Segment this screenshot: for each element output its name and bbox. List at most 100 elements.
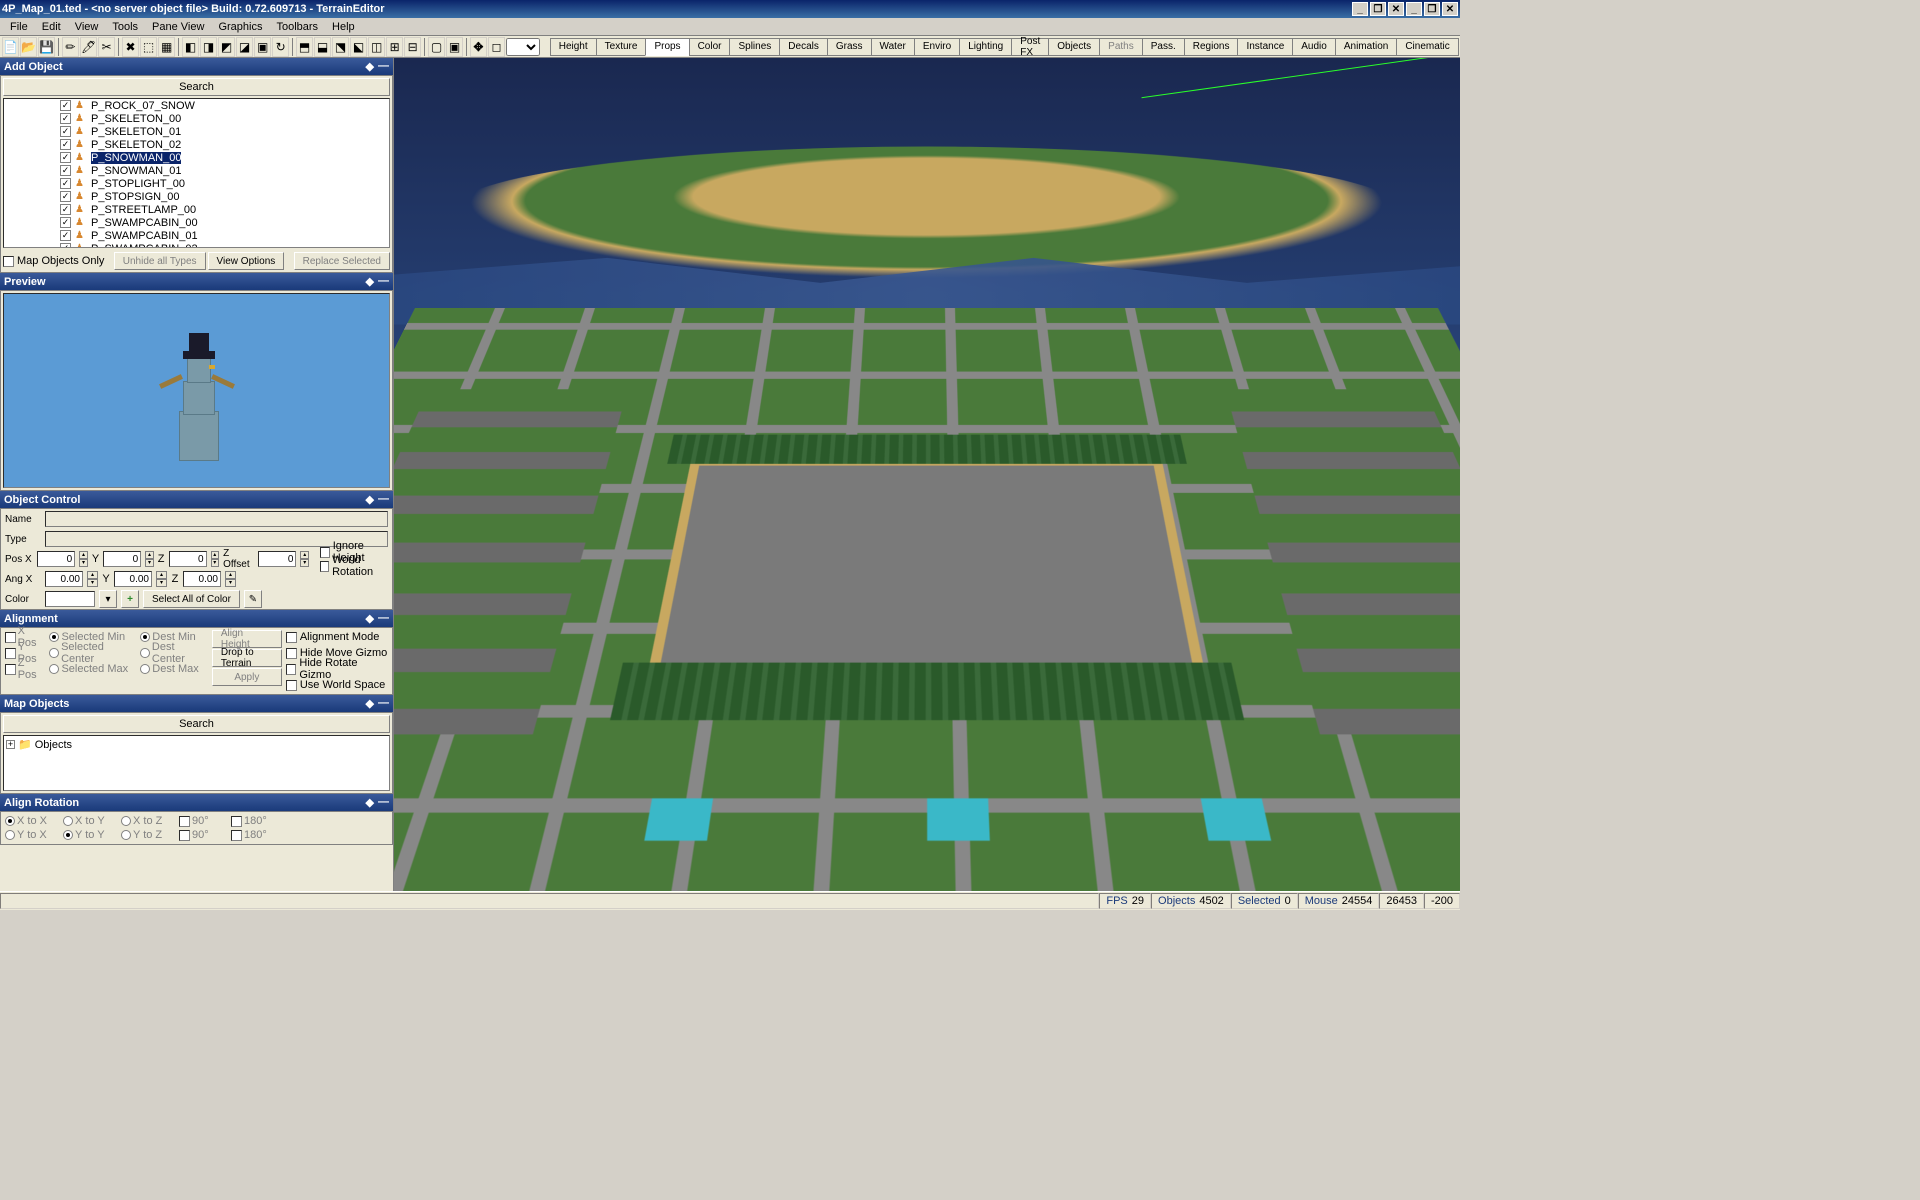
preview-viewport[interactable] — [3, 293, 390, 488]
tab-enviro[interactable]: Enviro — [914, 38, 960, 56]
tb-icon-f[interactable]: ↻ — [272, 37, 289, 57]
tb-icon-d[interactable]: ◪ — [236, 37, 253, 57]
tb-icon-c[interactable]: ◩ — [218, 37, 235, 57]
checkbox-icon[interactable]: ✓ — [60, 230, 71, 241]
grid-icon[interactable]: ▦ — [158, 37, 175, 57]
add-color-button[interactable]: + — [121, 590, 139, 608]
angx-input[interactable] — [45, 571, 83, 587]
tree-item[interactable]: ✓♟P_ROCK_07_SNOW — [4, 99, 389, 112]
tree-item[interactable]: ✓♟P_STOPLIGHT_00 — [4, 177, 389, 190]
new-icon[interactable]: 📄 — [2, 37, 19, 57]
posy-input[interactable] — [103, 551, 141, 567]
tb-icon-m[interactable]: ⊟ — [404, 37, 421, 57]
align-height-button[interactable]: Align Height — [212, 630, 282, 648]
align-rot-option[interactable]: 180° — [231, 828, 275, 842]
tree-item[interactable]: ✓♟P_SKELETON_01 — [4, 125, 389, 138]
align-rot-option[interactable]: Y to Y — [63, 828, 113, 842]
panel-opts-icon[interactable]: ◆ — [366, 796, 374, 809]
panel-collapse-icon[interactable]: — — [378, 612, 389, 625]
tree-item[interactable]: ✓♟P_SKELETON_00 — [4, 112, 389, 125]
restore-button-2[interactable]: ❐ — [1424, 2, 1440, 16]
apply-button[interactable]: Apply — [212, 668, 282, 686]
tb-icon-g[interactable]: ⬒ — [296, 37, 313, 57]
checkbox-icon[interactable]: ✓ — [60, 217, 71, 228]
tool5-icon[interactable]: ⬚ — [140, 37, 157, 57]
panel-collapse-icon[interactable]: — — [378, 493, 389, 506]
tb-icon-j[interactable]: ⬕ — [350, 37, 367, 57]
tree-item[interactable]: ✓♟P_SNOWMAN_00 — [4, 151, 389, 164]
angz-input[interactable] — [183, 571, 221, 587]
map-search-button[interactable]: Search — [3, 715, 390, 733]
view-options-button[interactable]: View Options — [208, 252, 285, 270]
replace-selected-button[interactable]: Replace Selected — [294, 252, 390, 270]
tool3-icon[interactable]: ✂ — [98, 37, 115, 57]
alignment-mode-checkbox[interactable]: Alignment Mode — [286, 630, 388, 644]
panel-collapse-icon[interactable]: — — [378, 697, 389, 710]
tab-lighting[interactable]: Lighting — [959, 38, 1012, 56]
angy-input[interactable] — [114, 571, 152, 587]
tool-icon[interactable]: ✏ — [62, 37, 79, 57]
checkbox-icon[interactable]: ✓ — [60, 178, 71, 189]
checkbox-icon[interactable]: ✓ — [60, 139, 71, 150]
menu-help[interactable]: Help — [326, 20, 361, 34]
tree-item[interactable]: ✓♟P_SWAMPCABIN_00 — [4, 216, 389, 229]
tb-icon-p[interactable]: ◻ — [488, 37, 505, 57]
checkbox-icon[interactable]: ✓ — [60, 113, 71, 124]
panel-opts-icon[interactable]: ◆ — [366, 612, 374, 625]
color-tool-button[interactable]: ✎ — [244, 590, 262, 608]
search-button[interactable]: Search — [3, 78, 390, 96]
tab-animation[interactable]: Animation — [1335, 38, 1397, 56]
panel-opts-icon[interactable]: ◆ — [366, 697, 374, 710]
save-icon[interactable]: 💾 — [38, 37, 55, 57]
unhide-button[interactable]: Unhide all Types — [114, 252, 206, 270]
zpos-radio[interactable]: Z Pos — [5, 662, 45, 676]
tab-grass[interactable]: Grass — [827, 38, 872, 56]
posx-input[interactable] — [37, 551, 75, 567]
drop-terrain-button[interactable]: Drop to Terrain — [212, 649, 282, 667]
menu-graphics[interactable]: Graphics — [212, 20, 268, 34]
checkbox-icon[interactable]: ✓ — [60, 152, 71, 163]
align-rot-option[interactable]: 90° — [179, 828, 223, 842]
tab-paths[interactable]: Paths — [1099, 38, 1143, 56]
hide-rotate-checkbox[interactable]: Hide Rotate Gizmo — [286, 662, 388, 676]
tab-postfx[interactable]: Post FX — [1011, 38, 1049, 56]
expand-icon[interactable]: + — [6, 740, 15, 749]
tb-icon-o[interactable]: ▣ — [446, 37, 463, 57]
menu-file[interactable]: File — [4, 20, 34, 34]
tree-item[interactable]: ✓♟P_SWAMPCABIN_01 — [4, 229, 389, 242]
minimize-button-2[interactable]: _ — [1406, 2, 1422, 16]
menu-pane-view[interactable]: Pane View — [146, 20, 210, 34]
color-dropdown-button[interactable]: ▾ — [99, 590, 117, 608]
align-rot-option[interactable]: X to Z — [121, 814, 171, 828]
tab-objects[interactable]: Objects — [1048, 38, 1100, 56]
posz-input[interactable] — [169, 551, 207, 567]
menu-tools[interactable]: Tools — [106, 20, 144, 34]
align-rot-option[interactable]: Y to Z — [121, 828, 171, 842]
checkbox-icon[interactable]: ✓ — [60, 165, 71, 176]
checkbox-icon[interactable]: ✓ — [60, 126, 71, 137]
tab-texture[interactable]: Texture — [596, 38, 647, 56]
tab-water[interactable]: Water — [871, 38, 915, 56]
destcenter-radio[interactable]: Dest Center — [140, 646, 208, 660]
map-objects-only-checkbox[interactable]: Map Objects Only — [3, 252, 104, 270]
panel-opts-icon[interactable]: ◆ — [366, 60, 374, 73]
tab-decals[interactable]: Decals — [779, 38, 828, 56]
tree-item[interactable]: ✓♟P_STOPSIGN_00 — [4, 190, 389, 203]
menu-view[interactable]: View — [69, 20, 105, 34]
objects-folder[interactable]: + 📁 Objects — [6, 738, 387, 751]
selcenter-radio[interactable]: Selected Center — [49, 646, 136, 660]
tab-splines[interactable]: Splines — [729, 38, 780, 56]
world-rotation-checkbox[interactable]: World Rotation — [320, 559, 388, 573]
tool2-icon[interactable]: 🖊 — [80, 37, 97, 57]
tb-icon-a[interactable]: ◧ — [182, 37, 199, 57]
tool4-icon[interactable]: ✖ — [122, 37, 139, 57]
panel-collapse-icon[interactable]: — — [378, 60, 389, 73]
name-input[interactable] — [45, 511, 388, 527]
panel-opts-icon[interactable]: ◆ — [366, 275, 374, 288]
tab-color[interactable]: Color — [689, 38, 731, 56]
world-space-checkbox[interactable]: Use World Space — [286, 678, 388, 692]
tb-icon-k[interactable]: ◫ — [368, 37, 385, 57]
color-swatch[interactable] — [45, 591, 95, 607]
tab-height[interactable]: Height — [550, 38, 597, 56]
checkbox-icon[interactable]: ✓ — [60, 100, 71, 111]
